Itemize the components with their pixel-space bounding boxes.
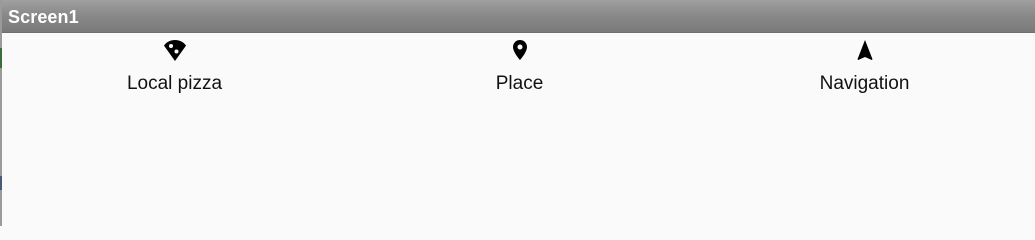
tab-label: Place xyxy=(495,73,544,94)
app-window: Screen1 Local pizza Place Navigation xyxy=(0,0,1035,226)
tab-bar: Local pizza Place Navigation xyxy=(2,33,1035,103)
tab-label: Local pizza xyxy=(126,73,223,94)
screen-title: Screen1 xyxy=(8,7,79,27)
window-edge-marker xyxy=(0,176,2,190)
tab-local-pizza[interactable]: Local pizza xyxy=(2,33,347,101)
tab-navigation[interactable]: Navigation xyxy=(692,33,1035,101)
pizza-slice-icon xyxy=(163,38,187,62)
map-pin-icon xyxy=(508,38,532,62)
title-bar: Screen1 xyxy=(2,0,1035,33)
navigation-arrow-icon xyxy=(853,38,877,62)
tab-label: Navigation xyxy=(819,73,910,94)
tab-place[interactable]: Place xyxy=(347,33,692,101)
